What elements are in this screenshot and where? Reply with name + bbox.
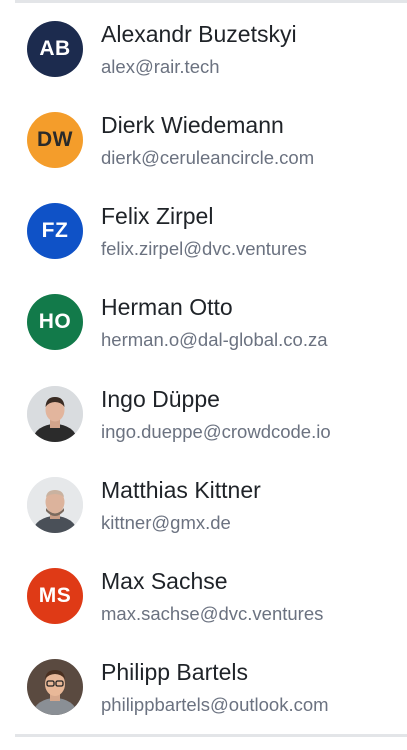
avatar: HO [27, 294, 83, 350]
contact-email: dierk@ceruleancircle.com [101, 147, 315, 168]
avatar: MS [27, 568, 83, 624]
contact-name: Matthias Kittner [101, 477, 261, 503]
contact-item-ingo-duppe[interactable]: Ingo Düppe ingo.dueppe@crowdcode.io [0, 365, 407, 456]
contact-name: Felix Zirpel [101, 203, 214, 229]
contact-name: Ingo Düppe [101, 386, 220, 412]
contact-email: ingo.dueppe@crowdcode.io [101, 421, 331, 442]
contact-item-matthias-kittner[interactable]: Matthias Kittner kittner@gmx.de [0, 456, 407, 547]
contact-name: Max Sachse [101, 568, 228, 594]
contact-name: Philipp Bartels [101, 659, 249, 685]
contact-item-max-sachse[interactable]: MS Max Sachse max.sachse@dvc.ventures [0, 547, 407, 638]
user-photo-icon [27, 659, 83, 715]
contact-item-herman-otto[interactable]: HO Herman Otto herman.o@dal-global.co.za [0, 273, 407, 364]
user-photo-icon [27, 386, 83, 442]
avatar-initials: HO [38, 310, 72, 333]
avatar-initials: MS [38, 584, 72, 607]
avatar-initials: FZ [41, 219, 69, 242]
contact-email: kittner@gmx.de [101, 512, 231, 533]
contact-email: alex@rair.tech [101, 56, 220, 77]
contact-email: philippbartels@outlook.com [101, 694, 329, 715]
contact-item-felix-zirpel[interactable]: FZ Felix Zirpel felix.zirpel@dvc.venture… [0, 182, 407, 273]
avatar-initials: DW [37, 128, 73, 151]
contact-name: Alexandr Buzetskyi [101, 21, 297, 47]
contact-email: max.sachse@dvc.ventures [101, 603, 324, 624]
avatar: AB [27, 21, 83, 77]
avatar: DW [27, 112, 83, 168]
bottom-divider [15, 734, 407, 737]
contact-name: Dierk Wiedemann [101, 112, 284, 138]
contact-email: felix.zirpel@dvc.ventures [101, 238, 307, 259]
contact-item-dierk-wiedemann[interactable]: DW Dierk Wiedemann dierk@ceruleancircle.… [0, 91, 407, 182]
contact-item-philipp-bartels[interactable]: Philipp Bartels philippbartels@outlook.c… [0, 638, 407, 729]
user-photo-icon [27, 477, 83, 533]
avatar-initials: AB [39, 37, 71, 60]
contact-email: herman.o@dal-global.co.za [101, 329, 328, 350]
avatar: FZ [27, 203, 83, 259]
contact-item-alexandr-buzetskyi[interactable]: AB Alexandr Buzetskyi alex@rair.tech [0, 0, 407, 91]
contact-list: AB Alexandr Buzetskyi alex@rair.tech DW … [0, 0, 407, 750]
contact-name: Herman Otto [101, 294, 233, 320]
